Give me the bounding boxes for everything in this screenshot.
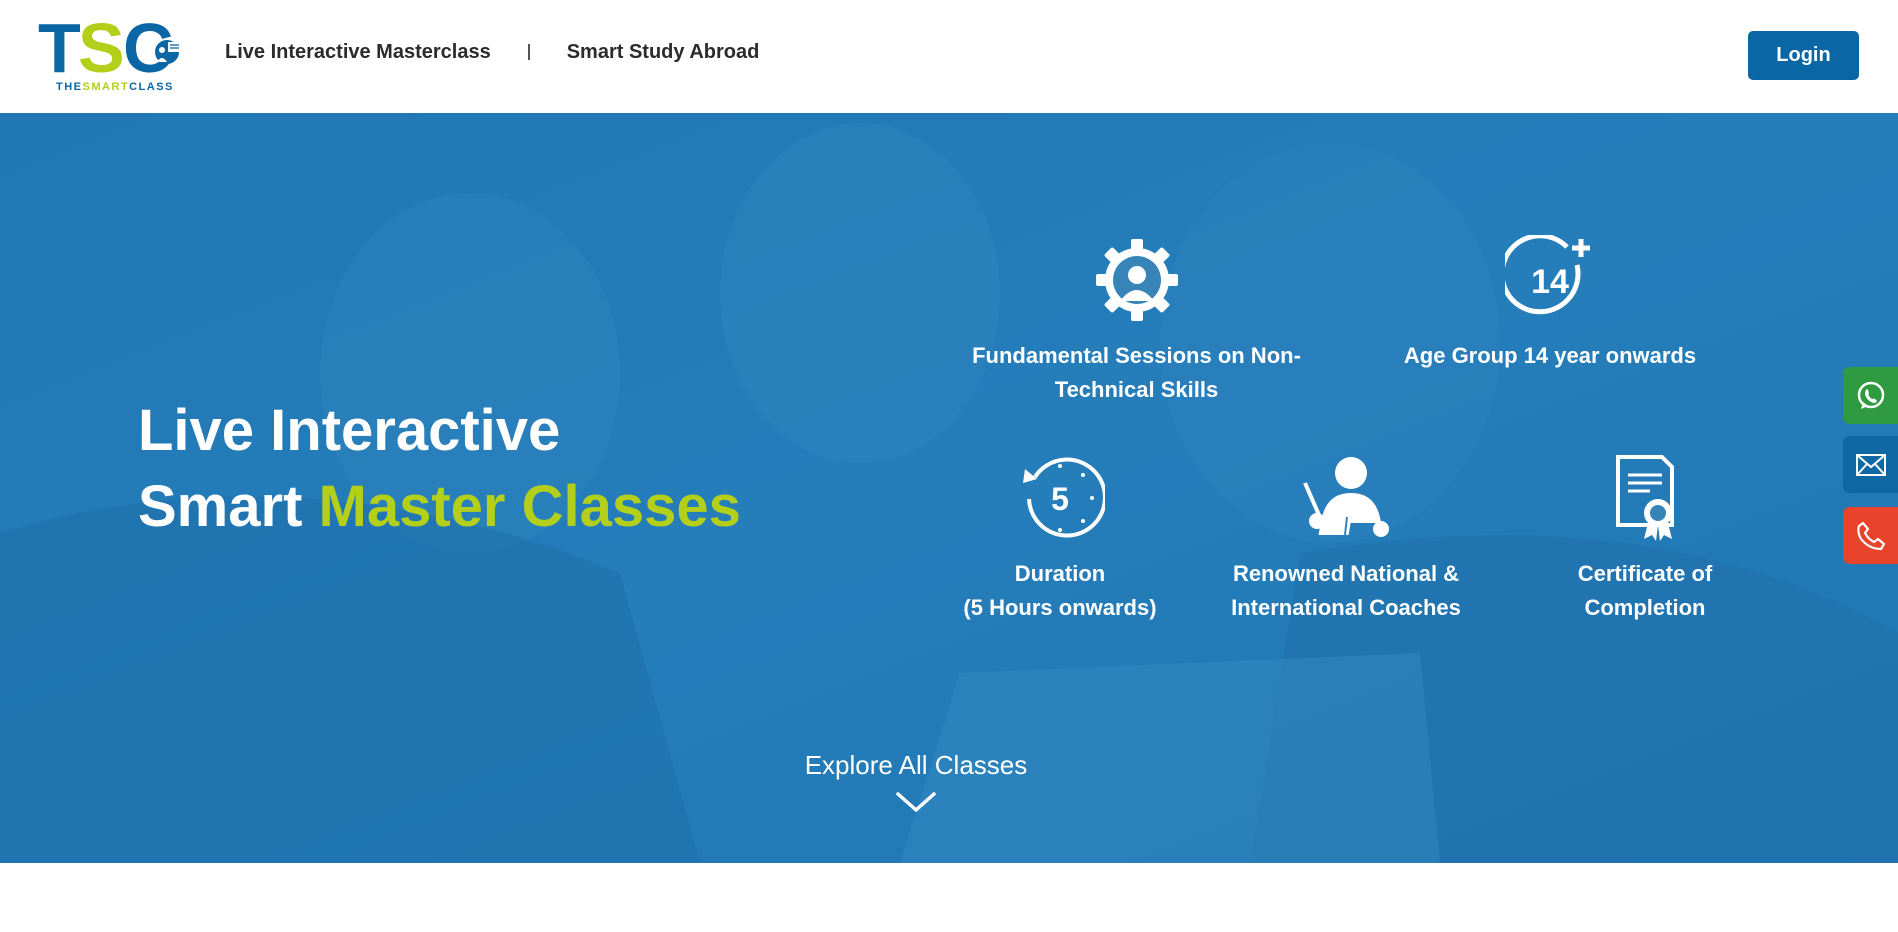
mail-button[interactable] <box>1843 436 1898 493</box>
feature-duration: 5 Duration (5 Hours onwards) <box>940 453 1180 625</box>
feature-label: Certificate of Completion <box>1577 561 1713 620</box>
clock-5-icon: 5 <box>1023 457 1105 538</box>
nav-smart-study-abroad[interactable]: Smart Study Abroad <box>567 41 760 64</box>
hero-title-line1: Live Interactive <box>138 398 561 463</box>
svg-text:14: 14 <box>1531 263 1569 301</box>
nav-divider <box>527 44 530 60</box>
phone-button[interactable] <box>1843 507 1898 564</box>
hero-title: Live Interactive Smart Master Classes <box>138 393 741 545</box>
hero-title-line2-white: Smart <box>138 474 319 539</box>
whatsapp-button[interactable] <box>1843 367 1898 424</box>
coach-teaching-icon <box>1303 457 1389 537</box>
age-14-plus-icon: 14 <box>1505 235 1590 315</box>
whatsapp-icon <box>1857 381 1885 409</box>
svg-text:THESMARTCLASS: THESMARTCLASS <box>56 81 174 93</box>
site-header: T S C THESMARTCLASS Live Interactive Mas… <box>0 0 1898 113</box>
feature-label: Age Group 14 year onwards <box>1403 343 1697 368</box>
certificate-icon <box>1616 455 1674 541</box>
feature-coaches: Renowned National & International Coache… <box>1210 453 1482 625</box>
explore-label[interactable]: Explore All Classes <box>760 750 1072 781</box>
hero-title-line2-accent: Master Classes <box>318 474 741 539</box>
svg-text:T: T <box>38 12 80 87</box>
feature-label: Renowned National & International Coache… <box>1231 561 1461 620</box>
svg-text:S: S <box>78 12 122 87</box>
explore-all-classes-link[interactable]: Explore All Classes <box>760 750 1072 813</box>
nav-live-interactive-masterclass[interactable]: Live Interactive Masterclass <box>225 41 491 64</box>
phone-icon <box>1857 521 1886 550</box>
feature-label: Duration (5 Hours onwards) <box>963 561 1157 620</box>
svg-text:5: 5 <box>1051 481 1069 517</box>
main-nav: Live Interactive Masterclass Smart Study… <box>225 40 759 64</box>
feature-certificate: Certificate of Completion <box>1530 453 1760 625</box>
gear-person-icon <box>1095 239 1178 321</box>
tsc-logo[interactable]: T S C THESMARTCLASS <box>38 9 198 94</box>
hero-title-line2: Smart Master Classes <box>138 469 741 545</box>
chevron-down-icon[interactable] <box>895 791 937 813</box>
feature-age-group: 14 Age Group 14 year onwards <box>1390 235 1710 373</box>
mail-icon <box>1856 453 1886 476</box>
feature-label: Fundamental Sessions on Non- Technical S… <box>972 343 1301 402</box>
login-button[interactable]: Login <box>1748 31 1859 80</box>
feature-non-technical-skills: Fundamental Sessions on Non- Technical S… <box>964 235 1309 407</box>
hero-banner: Live Interactive Smart Master Classes Fu… <box>0 113 1898 863</box>
